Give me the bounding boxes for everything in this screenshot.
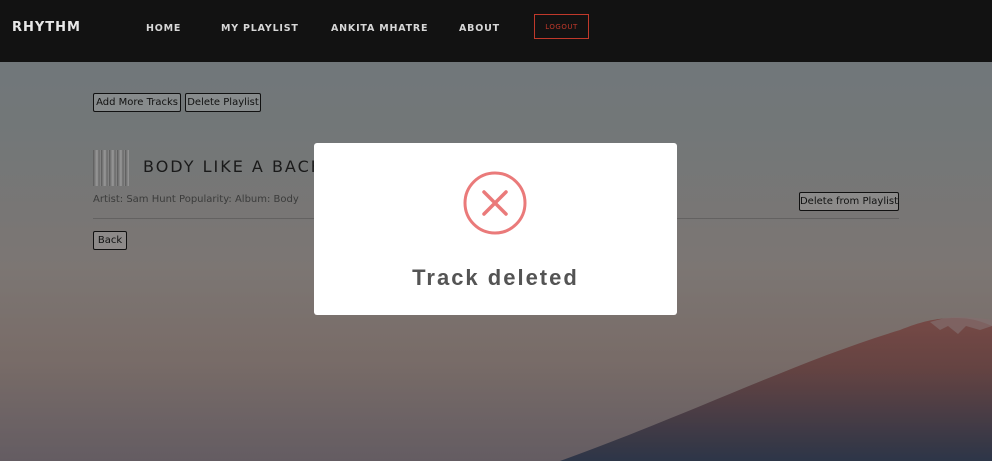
logout-button[interactable]: LOGOUT	[534, 14, 589, 39]
track-title: BODY LIKE A BACK	[143, 157, 324, 176]
alert-title: Track deleted	[412, 265, 579, 290]
delete-playlist-button[interactable]: Delete Playlist	[185, 93, 261, 112]
error-x-icon	[463, 171, 527, 235]
nav-my-playlist-link[interactable]: MY PLAYLIST	[221, 23, 299, 34]
nav-home-link[interactable]: HOME	[146, 23, 181, 34]
delete-from-playlist-button[interactable]: Delete from Playlist	[799, 192, 899, 211]
nav-about-link[interactable]: ABOUT	[459, 23, 500, 34]
nav-user-link[interactable]: ANKITA MHATRE	[331, 23, 428, 34]
page: RHYTHM HOME MY PLAYLIST ANKITA MHATRE AB…	[0, 0, 992, 461]
brand-logo[interactable]: RHYTHM	[12, 20, 81, 35]
track-album-art	[93, 150, 129, 186]
add-more-tracks-button[interactable]: Add More Tracks	[93, 93, 181, 112]
back-button[interactable]: Back	[93, 231, 127, 250]
track-meta: Artist: Sam Hunt Popularity: Album: Body	[93, 194, 299, 205]
alert-modal: Track deleted	[314, 143, 677, 315]
top-navbar: RHYTHM HOME MY PLAYLIST ANKITA MHATRE AB…	[0, 0, 992, 62]
